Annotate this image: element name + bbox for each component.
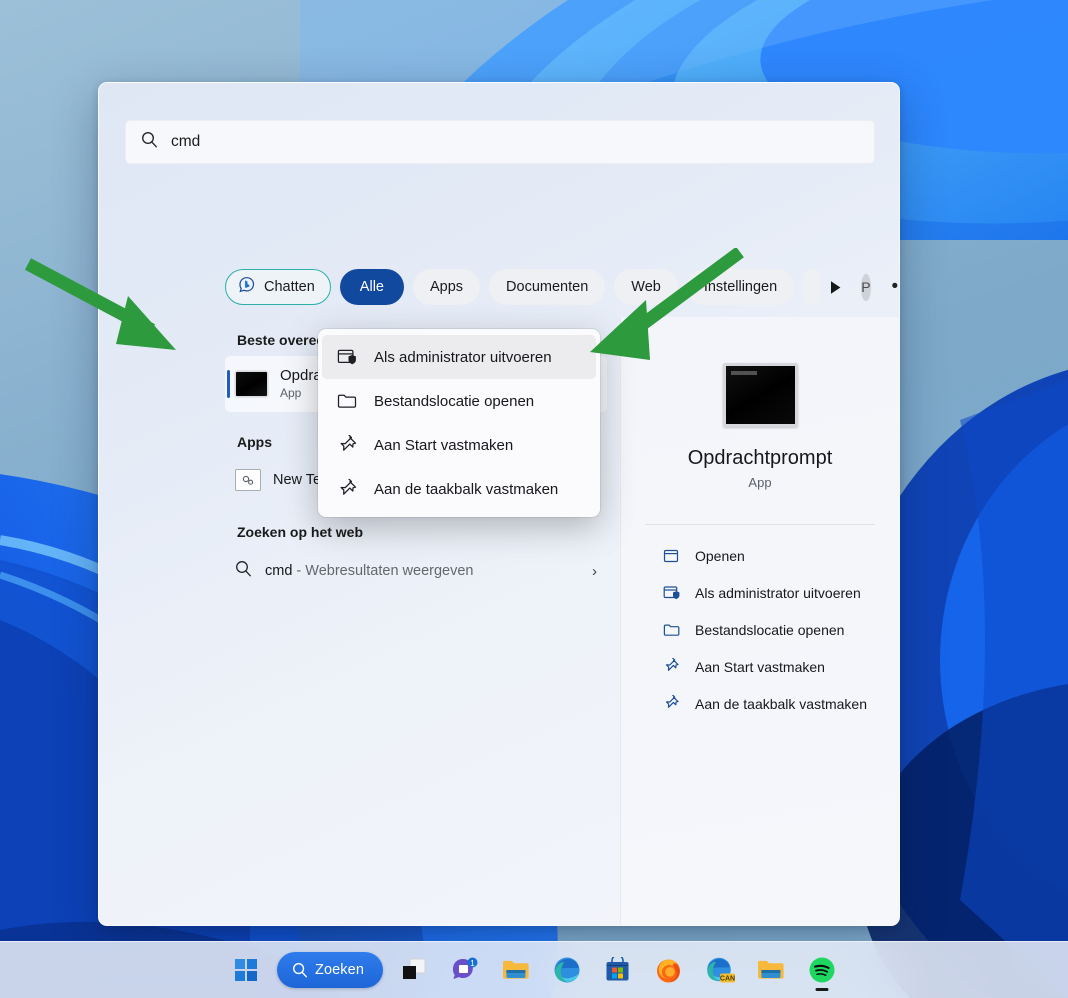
chip-label: Documenten bbox=[506, 279, 589, 295]
pin-icon bbox=[336, 434, 358, 456]
context-menu: Als administrator uitvoeren Bestandsloca… bbox=[318, 329, 600, 517]
folder-icon bbox=[662, 622, 680, 638]
context-menu-item-pin-to-taskbar[interactable]: Aan de taakbalk vastmaken bbox=[322, 467, 596, 511]
action-label: Als administrator uitvoeren bbox=[695, 584, 861, 601]
preview-title: Opdrachtprompt bbox=[687, 447, 833, 469]
chip-chatten[interactable]: Chatten bbox=[225, 269, 331, 305]
preview-action-pin-to-start[interactable]: Aan Start vastmaken bbox=[621, 648, 899, 685]
chip-alle[interactable]: Alle bbox=[339, 269, 404, 305]
more-options-icon[interactable]: ••• bbox=[892, 277, 899, 296]
shield-window-icon bbox=[336, 348, 358, 367]
search-icon bbox=[235, 560, 252, 582]
chat-icon[interactable]: 1 bbox=[445, 950, 485, 990]
play-triangle-icon[interactable] bbox=[829, 280, 842, 295]
preview-divider bbox=[645, 524, 875, 525]
context-menu-item-label: Als administrator uitvoeren bbox=[374, 348, 552, 366]
microsoft-store-icon[interactable] bbox=[598, 950, 638, 990]
taskbar: Zoeken 1 CAN bbox=[0, 941, 1068, 998]
action-label: Aan Start vastmaken bbox=[695, 658, 825, 675]
search-filter-chips: Chatten Alle Apps Documenten Web Instell… bbox=[225, 269, 899, 305]
web-result-suffix: - Webresultaten weergeven bbox=[292, 563, 474, 579]
chip-documenten[interactable]: Documenten bbox=[489, 269, 606, 305]
result-item-web-search[interactable]: cmd - Webresultaten weergeven › bbox=[225, 548, 607, 594]
file-explorer-2-icon[interactable] bbox=[751, 950, 791, 990]
text-document-icon bbox=[235, 469, 261, 491]
web-result-query: cmd bbox=[265, 563, 293, 579]
action-label: Openen bbox=[695, 547, 745, 564]
pin-icon bbox=[662, 695, 680, 712]
preview-action-openen[interactable]: Openen bbox=[621, 537, 899, 574]
preview-action-list: Openen Als administrator uitvoeren Besta… bbox=[621, 537, 899, 722]
command-prompt-icon bbox=[722, 363, 798, 427]
chip-instellingen[interactable]: Instellingen bbox=[686, 269, 795, 305]
start-button[interactable] bbox=[226, 950, 266, 990]
chip-label: Chatten bbox=[264, 279, 315, 295]
svg-text:1: 1 bbox=[470, 959, 475, 968]
preview-action-run-as-admin[interactable]: Als administrator uitvoeren bbox=[621, 574, 899, 611]
context-menu-item-run-as-admin[interactable]: Als administrator uitvoeren bbox=[322, 335, 596, 379]
search-input[interactable]: cmd bbox=[125, 120, 875, 164]
chip-label: Instellingen bbox=[703, 279, 778, 295]
avatar[interactable]: P bbox=[861, 273, 871, 301]
chip-label: Web bbox=[631, 279, 661, 295]
folder-icon bbox=[336, 392, 358, 410]
chevron-right-icon: › bbox=[592, 562, 597, 580]
preview-action-open-file-location[interactable]: Bestandslocatie openen bbox=[621, 611, 899, 648]
svg-text:CAN: CAN bbox=[720, 975, 735, 982]
pin-icon bbox=[336, 478, 358, 500]
task-view-icon[interactable] bbox=[394, 950, 434, 990]
bing-chat-icon bbox=[237, 275, 257, 299]
running-indicator bbox=[815, 988, 829, 991]
chip-label: Apps bbox=[429, 279, 464, 295]
firefox-icon[interactable] bbox=[649, 950, 689, 990]
context-menu-item-label: Aan de taakbalk vastmaken bbox=[374, 480, 559, 498]
avatar-initial: P bbox=[861, 279, 871, 295]
spotify-icon[interactable] bbox=[802, 950, 842, 991]
edge-canary-icon[interactable]: CAN bbox=[700, 950, 740, 990]
file-explorer-icon[interactable] bbox=[496, 950, 536, 990]
preview-action-pin-to-taskbar[interactable]: Aan de taakbalk vastmaken bbox=[621, 685, 899, 722]
search-icon bbox=[141, 131, 158, 153]
context-menu-item-open-file-location[interactable]: Bestandslocatie openen bbox=[322, 379, 596, 423]
shield-window-icon bbox=[662, 585, 680, 601]
app-preview-panel: Opdrachtprompt App Openen Als administra… bbox=[620, 317, 899, 925]
command-prompt-icon bbox=[235, 371, 268, 397]
context-menu-item-pin-to-start[interactable]: Aan Start vastmaken bbox=[322, 423, 596, 467]
chip-apps[interactable]: Apps bbox=[412, 269, 481, 305]
preview-subtitle: App bbox=[748, 475, 772, 490]
microsoft-edge-icon[interactable] bbox=[547, 950, 587, 990]
chip-personen[interactable]: Personen bbox=[803, 269, 821, 305]
search-query-text: cmd bbox=[171, 133, 201, 150]
search-icon bbox=[293, 962, 308, 978]
open-icon bbox=[662, 548, 680, 564]
context-menu-item-label: Bestandslocatie openen bbox=[374, 392, 535, 410]
action-label: Aan de taakbalk vastmaken bbox=[695, 695, 867, 712]
chip-label: Alle bbox=[359, 279, 384, 295]
pin-icon bbox=[662, 658, 680, 675]
taskbar-search-button[interactable]: Zoeken bbox=[277, 952, 383, 988]
action-label: Bestandslocatie openen bbox=[695, 621, 845, 638]
context-menu-item-label: Aan Start vastmaken bbox=[374, 436, 514, 454]
taskbar-search-label: Zoeken bbox=[315, 962, 364, 978]
results-group-heading-web: Zoeken op het web bbox=[237, 524, 364, 540]
chip-web[interactable]: Web bbox=[614, 269, 678, 305]
